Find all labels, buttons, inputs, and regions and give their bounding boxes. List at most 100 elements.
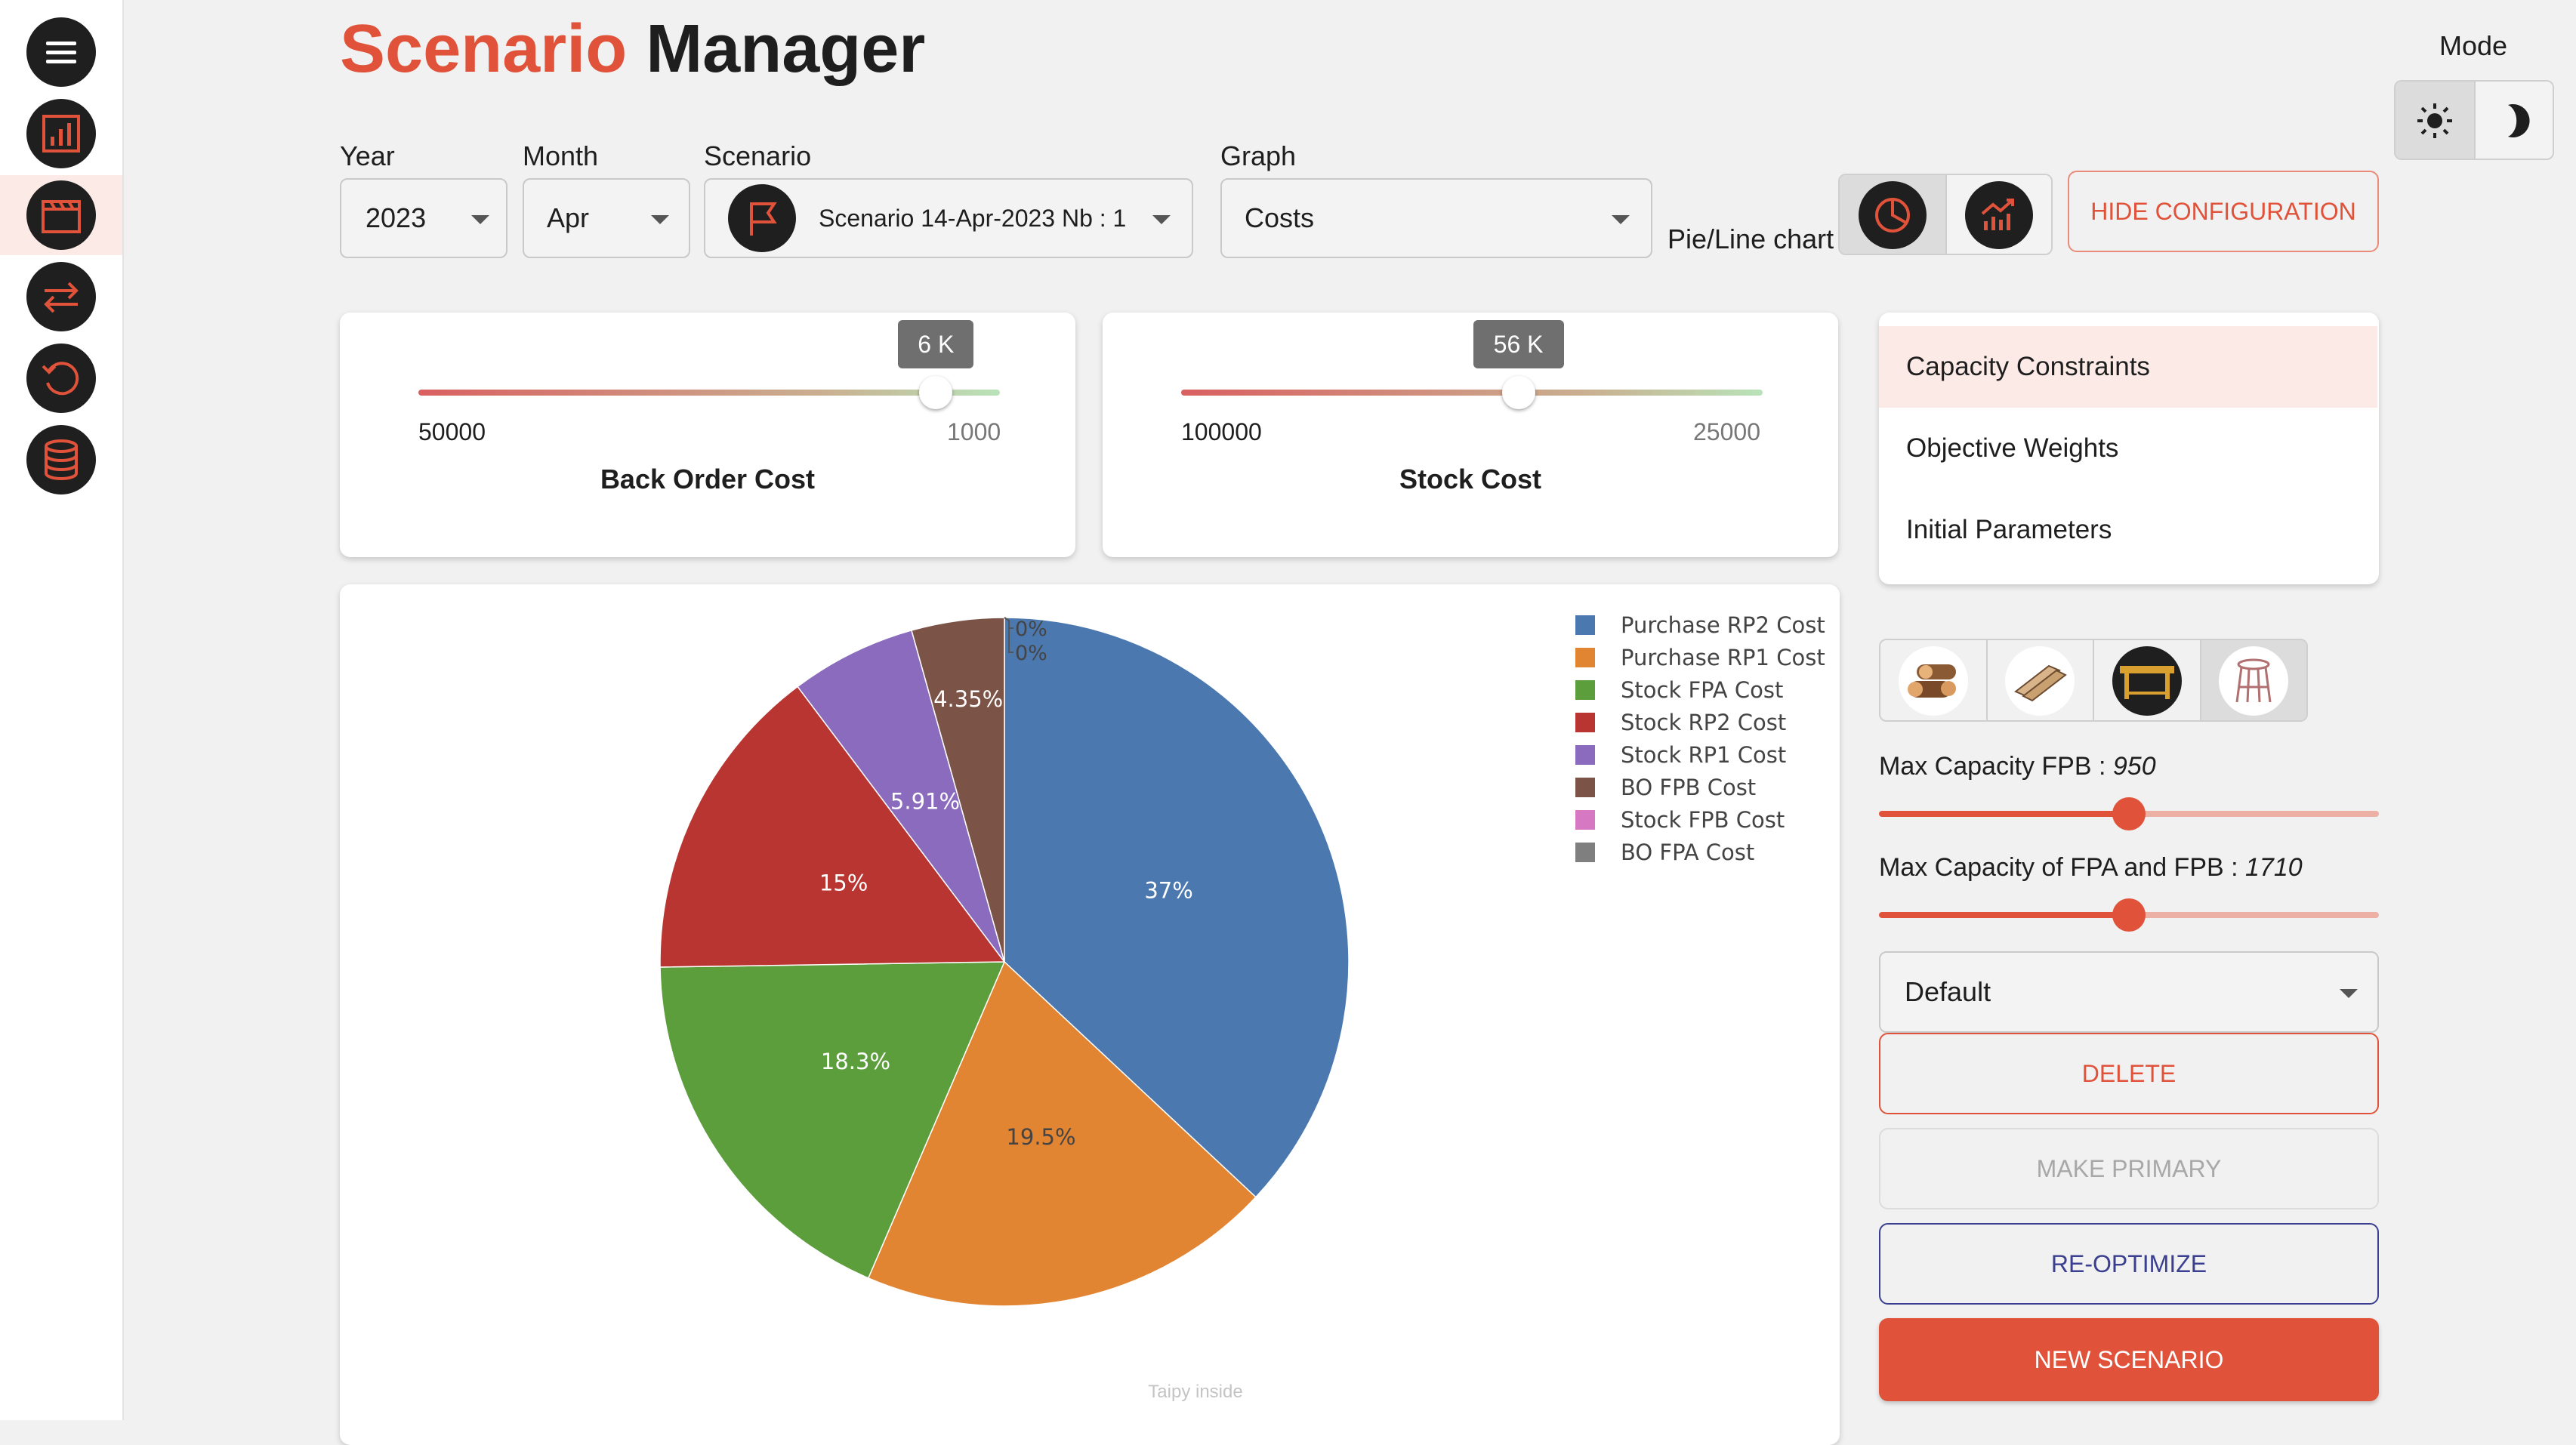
new-scenario-button[interactable]: NEW SCENARIO — [1879, 1318, 2379, 1401]
legend-item[interactable]: Stock RP1 Cost — [1575, 740, 1786, 770]
legend-item[interactable]: Purchase RP2 Cost — [1575, 610, 1825, 640]
sidebar — [0, 0, 124, 1420]
legend-swatch — [1575, 615, 1595, 635]
legend-item[interactable]: Stock FPA Cost — [1575, 675, 1783, 705]
stool-icon — [2235, 658, 2272, 703]
year-select[interactable]: 2023 — [340, 178, 507, 258]
scenario-config-value: Default — [1905, 976, 1991, 1007]
sidebar-item-scenario-manager[interactable] — [0, 175, 122, 255]
scenario-select[interactable]: Scenario 14-Apr-2023 Nb : 1 — [704, 178, 1193, 258]
pie-chart-button[interactable] — [1840, 175, 1945, 254]
max-capacity-fpa-fpb-slider[interactable] — [1879, 898, 2379, 932]
year-label: Year — [340, 140, 395, 171]
back-order-cost-title: Back Order Cost — [600, 464, 816, 495]
page-title: Scenario Manager — [340, 11, 925, 88]
hide-configuration-button[interactable]: HIDE CONFIGURATION — [2068, 171, 2379, 252]
max-capacity-fpb-thumb[interactable] — [2112, 797, 2146, 830]
bar-chart-icon — [42, 115, 80, 153]
max-capacity-fpa-fpb-label: Max Capacity of FPA and FPB : 1710 — [1879, 853, 2303, 883]
scenario-avatar — [728, 184, 796, 252]
clapperboard-icon — [42, 200, 81, 233]
legend-item[interactable]: Stock FPB Cost — [1575, 805, 1785, 835]
legend-label: Stock FPB Cost — [1621, 807, 1785, 833]
back-order-cost-value-bubble: 6 K — [898, 320, 974, 368]
max-capacity-fpb-rest — [2129, 811, 2379, 817]
table-icon — [2119, 666, 2174, 699]
sidebar-item-dashboard[interactable] — [0, 94, 122, 174]
stock-min-label: 100000 — [1181, 418, 1262, 445]
legend-item[interactable]: BO FPA Cost — [1575, 837, 1754, 867]
re-optimize-button[interactable]: RE-OPTIMIZE — [1879, 1223, 2379, 1305]
chevron-down-icon — [2340, 989, 2358, 998]
product-stool[interactable] — [2199, 640, 2306, 720]
max-capacity-fpa-fpb-text: Max Capacity of FPA and FPB : — [1879, 853, 2246, 882]
swap-arrows-icon — [44, 282, 79, 313]
max-capacity-fpb-label: Max Capacity FPB : 950 — [1879, 752, 2156, 781]
mode-label: Mode — [2439, 30, 2508, 61]
legend-swatch — [1575, 680, 1595, 700]
max-capacity-fpb-slider[interactable] — [1879, 797, 2379, 830]
product-planks[interactable] — [1985, 640, 2093, 720]
legend-label: Purchase RP2 Cost — [1621, 612, 1825, 638]
menu-button[interactable] — [26, 17, 96, 87]
pie-label-5: 4.35% — [933, 686, 1003, 712]
line-chart-icon — [1981, 199, 2014, 230]
stock-cost-value-bubble: 56 K — [1473, 320, 1564, 368]
pie-label-1: 19.5% — [1006, 1124, 1075, 1150]
month-select[interactable]: Apr — [523, 178, 690, 258]
page-title-accent: Scenario — [340, 11, 628, 87]
planks-icon — [2014, 664, 2068, 702]
pie-chart-icon — [1874, 198, 1910, 233]
stock-max-label: 25000 — [1693, 418, 1760, 445]
back-order-min-label: 50000 — [418, 418, 486, 445]
legend-label: Stock RP1 Cost — [1621, 742, 1787, 768]
legend-swatch — [1575, 745, 1595, 765]
legend-item[interactable]: BO FPB Cost — [1575, 772, 1756, 803]
flag-icon — [750, 202, 777, 236]
product-raw-logs[interactable] — [1880, 640, 1986, 720]
stock-cost-thumb[interactable] — [1501, 376, 1535, 409]
year-value: 2023 — [366, 202, 427, 233]
theme-toggle[interactable] — [2394, 80, 2554, 160]
history-icon — [42, 362, 79, 396]
pie-label-4: 5.91% — [890, 788, 960, 814]
legend-item[interactable]: Stock RP2 Cost — [1575, 707, 1786, 738]
scenario-value: Scenario 14-Apr-2023 Nb : 1 — [819, 204, 1127, 232]
hamburger-icon — [46, 42, 76, 63]
menu-item-capacity-constraints[interactable]: Capacity Constraints — [1879, 326, 2377, 408]
back-order-cost-track[interactable] — [418, 390, 1000, 396]
database-icon — [45, 439, 78, 480]
sidebar-menu[interactable] — [0, 12, 122, 92]
scenario-config-select[interactable]: Default — [1879, 951, 2379, 1033]
line-chart-button[interactable] — [1945, 175, 2051, 254]
legend-label: BO FPA Cost — [1621, 840, 1755, 865]
menu-item-objective-weights[interactable]: Objective Weights — [1879, 408, 2377, 489]
sidebar-item-compare[interactable] — [0, 257, 122, 337]
graph-value: Costs — [1245, 202, 1315, 233]
pie-label-2: 18.3% — [821, 1049, 890, 1074]
sidebar-item-database[interactable] — [0, 420, 122, 500]
pie-label-0: 37% — [1144, 878, 1192, 904]
pie-label-3: 15% — [819, 870, 868, 896]
taipy-watermark: Taipy inside — [1148, 1382, 1243, 1402]
light-mode-button[interactable] — [2396, 82, 2474, 159]
make-primary-button[interactable]: MAKE PRIMARY — [1879, 1128, 2379, 1209]
menu-item-initial-parameters[interactable]: Initial Parameters — [1879, 489, 2377, 571]
dark-mode-button[interactable] — [2473, 82, 2553, 159]
back-order-cost-thumb[interactable] — [919, 376, 953, 409]
legend-item[interactable]: Purchase RP1 Cost — [1575, 642, 1825, 673]
logs-icon — [1907, 664, 1956, 698]
delete-button[interactable]: DELETE — [1879, 1033, 2379, 1114]
legend-swatch — [1575, 713, 1595, 732]
legend-label: BO FPB Cost — [1621, 775, 1757, 800]
max-capacity-fpa-fpb-thumb[interactable] — [2112, 898, 2146, 932]
product-toggle[interactable] — [1879, 639, 2308, 722]
product-table[interactable] — [2093, 640, 2200, 720]
chevron-down-icon — [471, 215, 489, 224]
stock-cost-track[interactable] — [1181, 390, 1763, 396]
chart-type-toggle[interactable] — [1838, 174, 2053, 255]
sidebar-item-history[interactable] — [0, 338, 122, 418]
max-capacity-fpb-value: 950 — [2112, 752, 2156, 781]
pie-label-6: 0% — [1015, 618, 1047, 641]
graph-select[interactable]: Costs — [1220, 178, 1652, 258]
